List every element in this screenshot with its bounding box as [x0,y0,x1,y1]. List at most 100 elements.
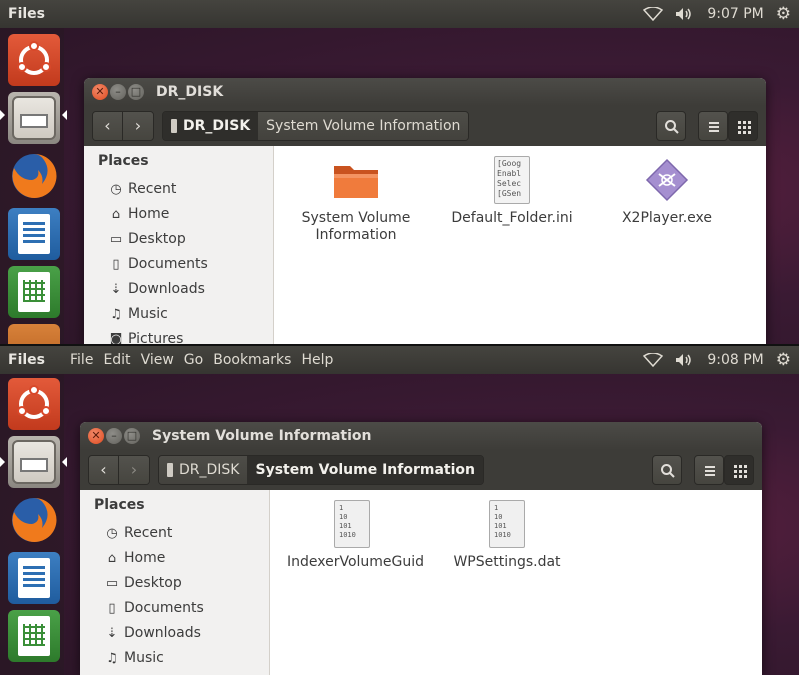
music-icon: ♫ [110,306,122,322]
ubuntu-dash-icon[interactable] [8,378,60,430]
gear-icon[interactable]: ⚙ [776,350,791,370]
list-view-button[interactable] [694,455,724,485]
firefox-icon[interactable] [8,494,60,546]
list-icon [709,122,719,132]
calc-icon[interactable] [8,610,60,662]
sidebar-item-music[interactable]: ♫ Music [104,647,164,669]
close-button[interactable]: ✕ [92,84,108,100]
preview-line: 101 [494,522,507,530]
files-launcher-icon[interactable] [8,92,60,144]
preview-line: 10 [494,513,503,521]
sidebar-item-music[interactable]: ♫ Music [108,303,168,325]
breadcrumb-drive[interactable]: DR_DISK [159,456,248,484]
breadcrumb-label: System Volume Information [255,462,475,478]
maximize-button[interactable]: □ [124,428,140,444]
sidebar-item-home[interactable]: ⌂ Home [108,203,169,225]
volume-icon[interactable] [675,7,695,21]
sidebar-item-desktop[interactable]: ▭ Desktop [108,228,186,250]
system-tray: 9:07 PM ⚙ [643,4,791,24]
writer-icon[interactable] [8,552,60,604]
sidebar-item-documents[interactable]: ▯ Documents [104,597,203,619]
menu-file[interactable]: File [70,352,93,368]
search-button[interactable] [652,455,682,485]
file-item[interactable]: 1 10 101 1010 WPSettings.dat [442,500,572,571]
home-icon: ⌂ [111,206,121,222]
file-name: X2Player.exe [621,210,713,226]
list-view-button[interactable] [698,111,728,141]
folder-icon: ▭ [105,575,119,591]
close-button[interactable]: ✕ [88,428,104,444]
menu-view[interactable]: View [141,352,174,368]
folder-icon [332,156,380,204]
sidebar-item-home[interactable]: ⌂ Home [104,547,165,569]
grid-view-button[interactable] [728,111,758,141]
firefox-icon[interactable] [8,150,60,202]
maximize-button[interactable]: □ [128,84,144,100]
document-icon: ▯ [108,600,116,616]
sidebar-item-label: Music [124,650,164,666]
launcher [0,374,67,675]
gear-icon[interactable]: ⚙ [776,4,791,24]
sidebar-item-desktop[interactable]: ▭ Desktop [104,572,182,594]
music-icon: ♫ [106,650,118,666]
wifi-icon[interactable] [643,353,664,367]
sidebar-item-label: Desktop [124,575,182,591]
file-item[interactable]: [Goog Enabl Selec [GSen Default_Folder.i… [447,156,577,227]
preview-line: 1 [494,504,499,512]
screenshot-bottom: Files File Edit View Go Bookmarks Help 9… [0,346,799,675]
forward-button[interactable]: › [123,112,153,140]
minimize-button[interactable]: – [106,428,122,444]
sidebar-item-label: Home [128,206,170,222]
sidebar-item-label: Desktop [128,231,186,247]
sidebar-item-recent[interactable]: ◷ Recent [108,178,176,200]
breadcrumb-folder[interactable]: System Volume Information [247,456,483,484]
impress-icon[interactable] [8,324,60,346]
toolbar: ‹ › DR_DISK System Volume Information [84,106,766,146]
top-panel: Files File Edit View Go Bookmarks Help 9… [0,346,799,374]
file-item[interactable]: X2Player.exe [602,156,732,227]
sidebar-item-downloads[interactable]: ⇣ Downloads [104,622,201,644]
clock-time[interactable]: 9:08 PM [707,352,763,368]
forward-button[interactable]: › [119,456,149,484]
launcher [0,28,67,346]
file-item[interactable]: 1 10 101 1010 IndexerVolumeGuid [287,500,424,571]
clock-time[interactable]: 9:07 PM [707,6,763,22]
wifi-icon[interactable] [643,7,664,21]
grid-view-button[interactable] [724,455,754,485]
drive-icon [171,119,177,133]
search-button[interactable] [656,111,686,141]
window-title: DR_DISK [156,84,224,100]
sidebar-item-label: Downloads [124,625,201,641]
breadcrumb-folder[interactable]: System Volume Information [258,112,469,140]
sidebar: Places ◷ Recent ⌂ Home ▭ Desktop ▯ Documents… [80,490,270,675]
file-name: WPSettings.dat [453,554,561,570]
toolbar: ‹ › DR_DISK System Volume Information [80,450,762,490]
download-icon: ⇣ [110,281,122,297]
writer-icon[interactable] [8,208,60,260]
volume-icon[interactable] [675,353,695,367]
nav-buttons: ‹ › [88,455,150,485]
sidebar-item-recent[interactable]: ◷ Recent [104,522,172,544]
back-button[interactable]: ‹ [89,456,119,484]
menu-edit[interactable]: Edit [103,352,130,368]
sidebar-item-downloads[interactable]: ⇣ Downloads [108,278,205,300]
menu-go[interactable]: Go [184,352,203,368]
ubuntu-dash-icon[interactable] [8,34,60,86]
file-manager-window: ✕ – □ DR_DISK ‹ › DR_DISK System Volume … [84,78,766,346]
calc-icon[interactable] [8,266,60,318]
menu-bookmarks[interactable]: Bookmarks [213,352,291,368]
minimize-button[interactable]: – [110,84,126,100]
screenshot-top: Files 9:07 PM ⚙ ✕ – □ DR_DISK ‹ › DR_DIS… [0,0,799,346]
search-icon [661,464,675,478]
file-item[interactable]: System Volume Information [291,156,421,244]
preview-line: [Goog [497,159,522,168]
preview-line: 1 [339,504,344,512]
back-button[interactable]: ‹ [93,112,123,140]
window-title: System Volume Information [152,428,372,444]
file-manager-window: ✕ – □ System Volume Information ‹ › DR_D… [80,422,762,675]
menu-help[interactable]: Help [301,352,333,368]
files-launcher-icon[interactable] [8,436,60,488]
sidebar-item-documents[interactable]: ▯ Documents [108,253,207,275]
breadcrumb-drive[interactable]: DR_DISK [163,112,259,140]
breadcrumb: DR_DISK System Volume Information [162,111,470,141]
